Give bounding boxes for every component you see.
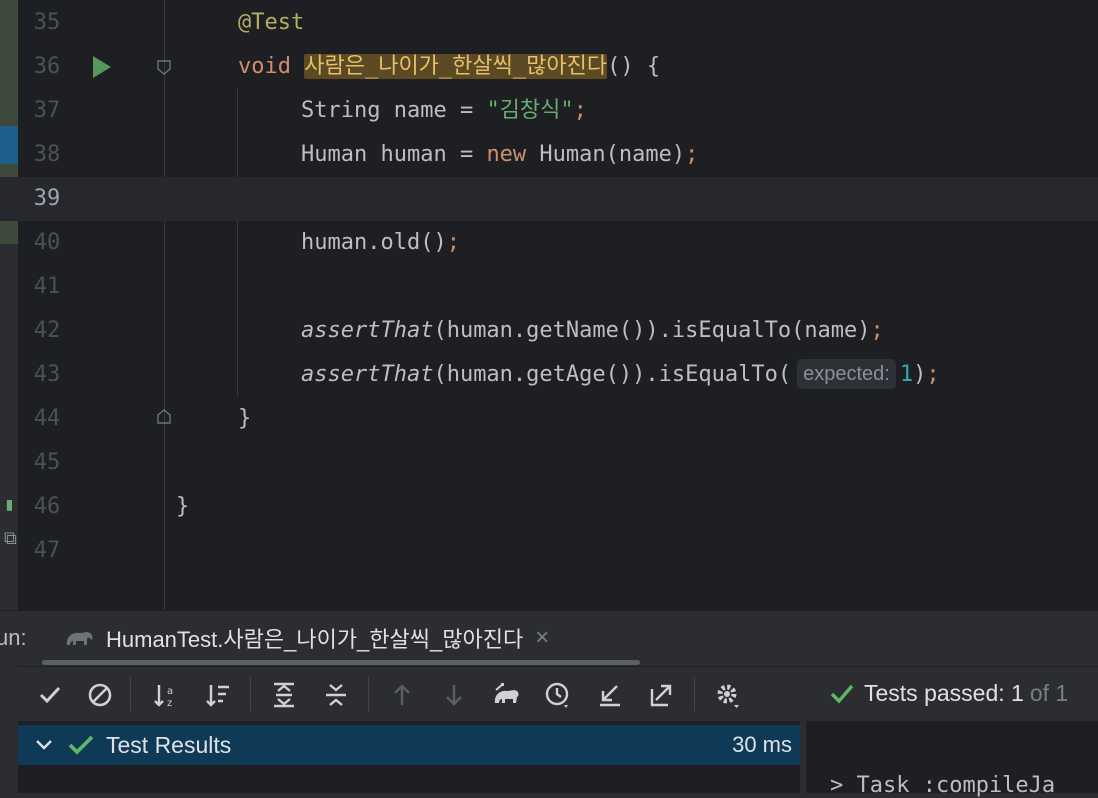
- run-tab[interactable]: HumanTest.사람은_나이가_한살씩_많아진다 ×: [64, 621, 549, 655]
- keyword: new: [486, 142, 527, 167]
- show-passed-icon[interactable]: [36, 681, 64, 709]
- code-rest: (human.getName()).isEqualTo(name): [433, 318, 871, 343]
- gradle-rerun-icon[interactable]: [492, 681, 520, 709]
- code-line[interactable]: 46 }: [0, 485, 1098, 529]
- previous-failed-icon[interactable]: [388, 681, 416, 709]
- chevron-down-icon[interactable]: [32, 733, 56, 757]
- console-output[interactable]: > Task :compileJa: [806, 721, 1098, 798]
- close-paren: ): [913, 362, 927, 387]
- line-number: 38: [33, 142, 61, 167]
- export-tests-icon[interactable]: [648, 681, 676, 709]
- line-number: 45: [33, 450, 61, 475]
- code-line[interactable]: 41: [0, 265, 1098, 309]
- next-failed-icon[interactable]: [440, 681, 468, 709]
- line-number: 46: [33, 494, 61, 519]
- fold-icon[interactable]: [156, 59, 172, 75]
- tests-passed-text: Tests passed: 1: [864, 680, 1024, 706]
- semicolon: ;: [685, 142, 699, 167]
- closing-brace: }: [176, 494, 190, 519]
- toolbar-separator: [694, 677, 695, 711]
- fold-icon[interactable]: [156, 409, 172, 425]
- code-type: Human human =: [301, 142, 487, 167]
- code-line[interactable]: 42 assertThat(human.getName()).isEqualTo…: [0, 309, 1098, 353]
- expand-all-icon[interactable]: [270, 681, 298, 709]
- test-results-tree[interactable]: Test Results 30 ms: [18, 721, 800, 793]
- tests-total-text: of 1: [1029, 680, 1069, 706]
- console-line: > Task :compileJa: [830, 773, 1056, 798]
- code-text: void 사람은_나이가_한살씩_많아진다() {: [238, 45, 660, 89]
- toolbar-separator: [130, 677, 131, 711]
- code-text: human.old();: [301, 221, 460, 265]
- annotation-text: @Test: [238, 10, 305, 35]
- code-type: String name =: [301, 98, 487, 123]
- static-method: assertThat: [301, 318, 434, 343]
- line-number: 42: [33, 318, 61, 343]
- toolbar-separator: [368, 677, 369, 711]
- semicolon: ;: [446, 230, 460, 255]
- passed-check-icon: [830, 684, 854, 703]
- run-test-icon[interactable]: [93, 56, 111, 78]
- test-toolbar: az Tests passed: 1 of 1: [18, 666, 1098, 721]
- code-line[interactable]: 40 human.old();: [0, 221, 1098, 265]
- svg-text:a: a: [167, 686, 173, 697]
- test-history-icon[interactable]: [544, 681, 572, 709]
- code-text: assertThat(human.getAge()).isEqualTo(exp…: [301, 353, 940, 397]
- parameter-hint: expected:: [797, 359, 896, 389]
- code-line-current[interactable]: 39: [0, 177, 1098, 221]
- code-rest: Human(name): [526, 142, 686, 167]
- import-tests-icon[interactable]: [596, 681, 624, 709]
- code-line[interactable]: 43 assertThat(human.getAge()).isEqualTo(…: [0, 353, 1098, 397]
- line-number: 37: [33, 98, 61, 123]
- semicolon: ;: [573, 98, 587, 123]
- collapse-all-icon[interactable]: [322, 681, 350, 709]
- sort-alphabetically-icon[interactable]: az: [152, 681, 180, 709]
- test-duration: 30 ms: [732, 732, 792, 757]
- show-ignored-icon[interactable]: [86, 681, 114, 709]
- line-number: 36: [33, 54, 61, 79]
- settings-gear-icon[interactable]: [714, 681, 742, 709]
- code-line[interactable]: 35 @Test: [0, 1, 1098, 45]
- closing-brace: }: [238, 406, 252, 431]
- code-line[interactable]: 36 void 사람은_나이가_한살씩_많아진다() {: [0, 45, 1098, 89]
- line-number: 43: [33, 362, 61, 387]
- static-method: assertThat: [301, 362, 434, 387]
- code-line[interactable]: 37 String name = "김창식";: [0, 89, 1098, 133]
- test-results-row[interactable]: Test Results 30 ms: [18, 725, 800, 765]
- line-number: 35: [33, 10, 61, 35]
- method-name-highlight: 사람은_나이가_한살씩_많아진다: [304, 54, 608, 79]
- gradle-elephant-icon: [66, 632, 93, 645]
- code-line[interactable]: 47: [0, 529, 1098, 573]
- code-rest: (human.getAge()).isEqualTo(: [433, 362, 792, 387]
- number-literal: 1: [899, 362, 914, 387]
- line-number: 47: [33, 538, 61, 563]
- code-line[interactable]: 45: [0, 441, 1098, 485]
- test-status: Tests passed: 1 of 1: [830, 680, 1068, 707]
- run-label: un:: [0, 625, 27, 650]
- test-results-label: Test Results: [106, 732, 232, 758]
- line-number: 44: [33, 406, 61, 431]
- code-text: assertThat(human.getName()).isEqualTo(na…: [301, 309, 884, 353]
- svg-text:z: z: [167, 698, 172, 709]
- line-number: 40: [33, 230, 61, 255]
- close-icon[interactable]: ×: [535, 624, 549, 652]
- code-editor[interactable]: ▮ ⧉ 35 @Test 36 void 사람은_나이가_한살씩_많아진다() …: [0, 0, 1098, 610]
- toolbar-separator: [250, 677, 251, 711]
- code-rest: () {: [607, 54, 661, 79]
- code-text: Human human = new Human(name);: [301, 133, 698, 177]
- run-tool-window: un: HumanTest.사람은_나이가_한살씩_많아진다 × az Test…: [0, 610, 1098, 798]
- run-tab-title: HumanTest.사람은_나이가_한살씩_많아진다: [106, 627, 524, 652]
- line-number: 39: [33, 186, 61, 211]
- code-line[interactable]: 44 }: [0, 397, 1098, 441]
- line-number: 41: [33, 274, 61, 299]
- semicolon: ;: [926, 362, 940, 387]
- code-line[interactable]: 38 Human human = new Human(name);: [0, 133, 1098, 177]
- tab-scrollbar[interactable]: [42, 660, 640, 665]
- semicolon: ;: [870, 318, 884, 343]
- code-rest: human.old(): [301, 230, 447, 255]
- passed-check-icon: [68, 735, 94, 755]
- code-text: String name = "김창식";: [301, 89, 587, 133]
- string-literal: "김창식": [486, 98, 574, 123]
- sort-by-duration-icon[interactable]: [204, 681, 232, 709]
- keyword: void: [238, 54, 291, 79]
